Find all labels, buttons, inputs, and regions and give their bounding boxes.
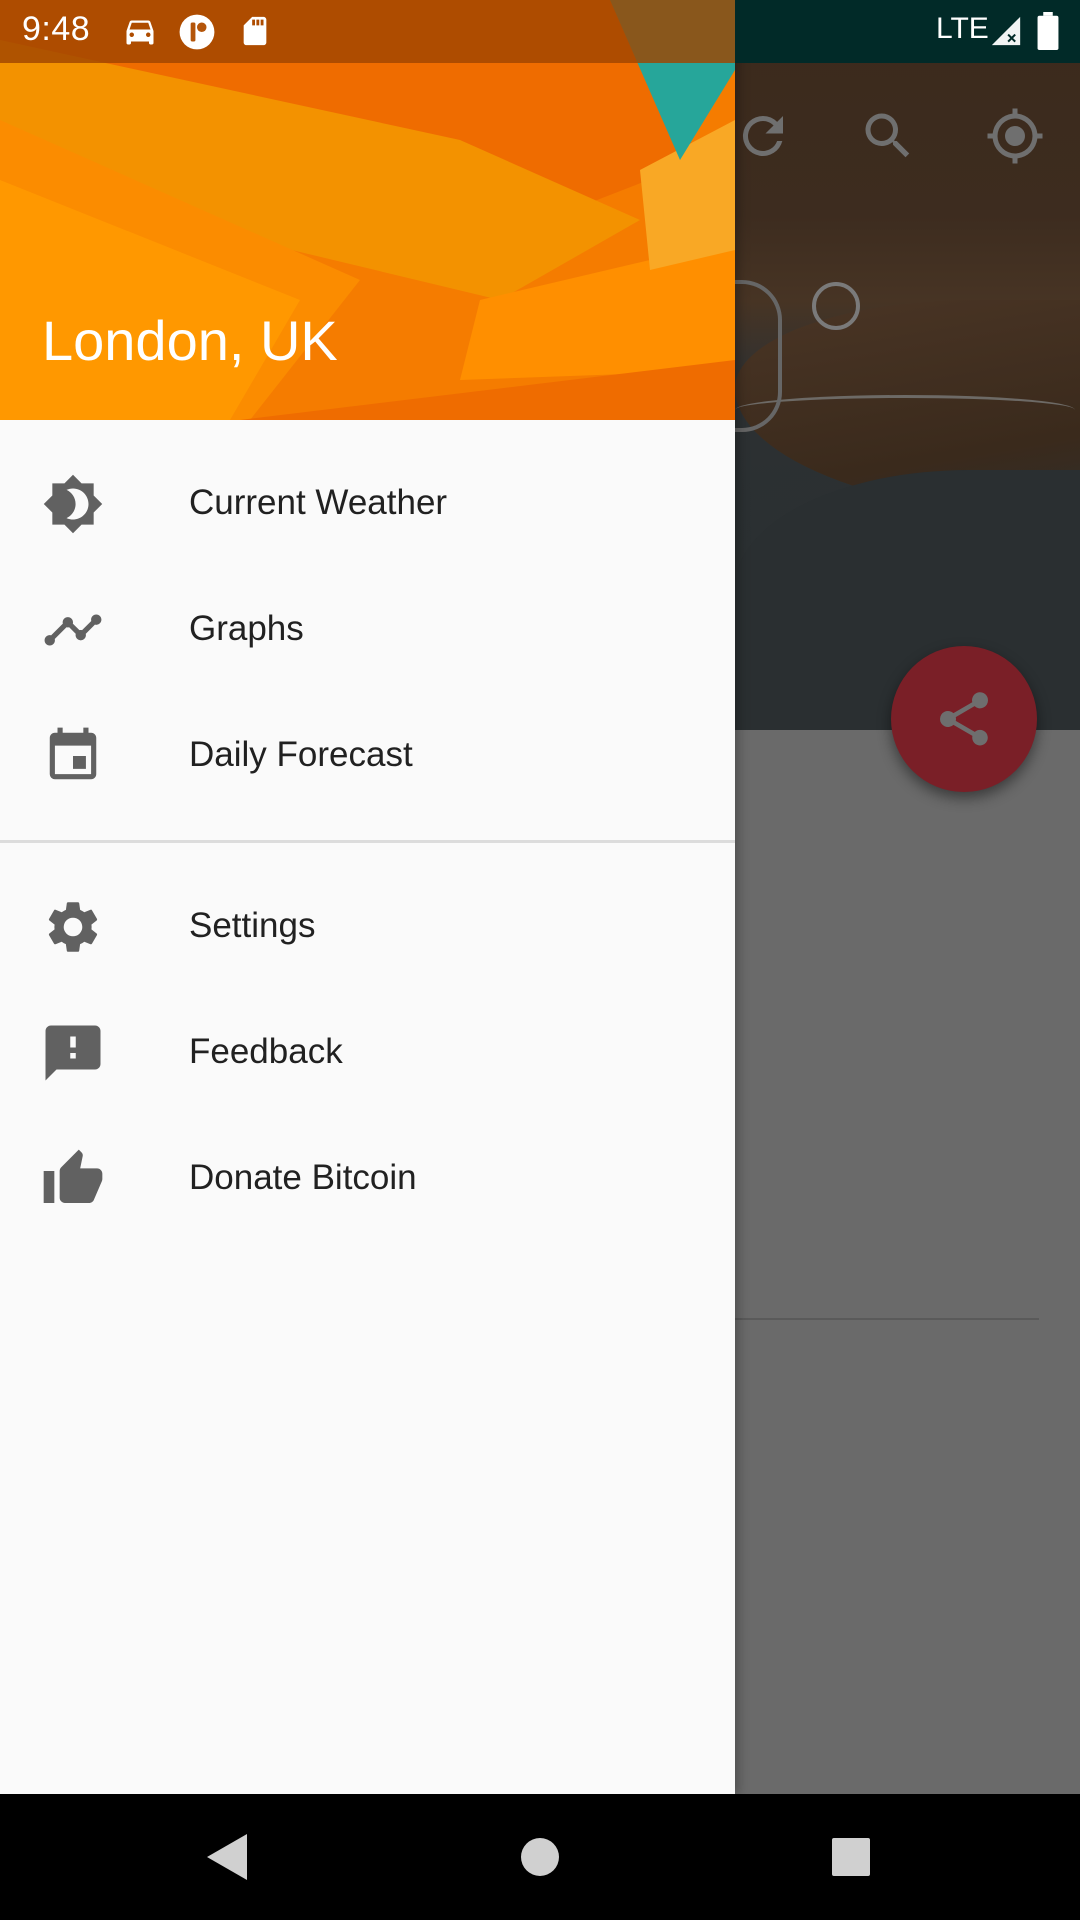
drawer-divider	[0, 840, 735, 843]
content-divider	[735, 1318, 1039, 1320]
location-title: London, UK	[42, 309, 338, 372]
feedback-icon	[40, 1023, 106, 1083]
status-time: 9:48	[22, 10, 91, 48]
gps-icon[interactable]	[985, 106, 1045, 166]
share-fab[interactable]	[891, 646, 1037, 792]
home-icon[interactable]	[520, 1832, 560, 1887]
nav-item-label: Graphs	[189, 609, 304, 648]
signal-icon	[988, 14, 1024, 53]
graph-icon	[40, 600, 106, 660]
gear-icon	[40, 897, 106, 957]
navigation-drawer: London, UK Current Weather Graphs Daily …	[0, 0, 735, 1794]
nav-item-current-weather[interactable]: Current Weather	[0, 441, 735, 567]
network-type: LTE	[936, 12, 989, 45]
nav-item-label: Feedback	[189, 1032, 343, 1071]
search-icon[interactable]	[858, 106, 918, 166]
nav-item-label: Settings	[189, 906, 316, 945]
app-notification-icon	[178, 13, 216, 56]
nav-item-daily-forecast[interactable]: Daily Forecast	[0, 693, 735, 819]
trail-line	[735, 395, 1075, 425]
weather-icon	[40, 474, 106, 534]
nav-item-label: Current Weather	[189, 483, 448, 522]
nav-item-graphs[interactable]: Graphs	[0, 567, 735, 693]
circle-indicator	[812, 282, 860, 330]
drawer-header: London, UK	[0, 0, 735, 420]
refresh-icon[interactable]	[733, 106, 793, 166]
status-bar: 9:48 LTE	[0, 0, 1080, 63]
nav-item-feedback[interactable]: Feedback	[0, 990, 735, 1116]
nav-item-donate-bitcoin[interactable]: Donate Bitcoin	[0, 1116, 735, 1242]
nav-item-settings[interactable]: Settings	[0, 864, 735, 990]
sd-card-icon	[238, 13, 272, 54]
nav-item-label: Daily Forecast	[189, 735, 413, 774]
recents-icon[interactable]	[831, 1832, 871, 1887]
battery-icon	[1036, 12, 1060, 55]
system-nav-bar	[0, 1794, 1080, 1920]
nav-item-label: Donate Bitcoin	[189, 1158, 417, 1197]
car-icon	[120, 13, 160, 54]
calendar-icon	[40, 726, 106, 786]
thumbs-up-icon	[40, 1149, 106, 1209]
back-icon[interactable]	[205, 1832, 249, 1887]
